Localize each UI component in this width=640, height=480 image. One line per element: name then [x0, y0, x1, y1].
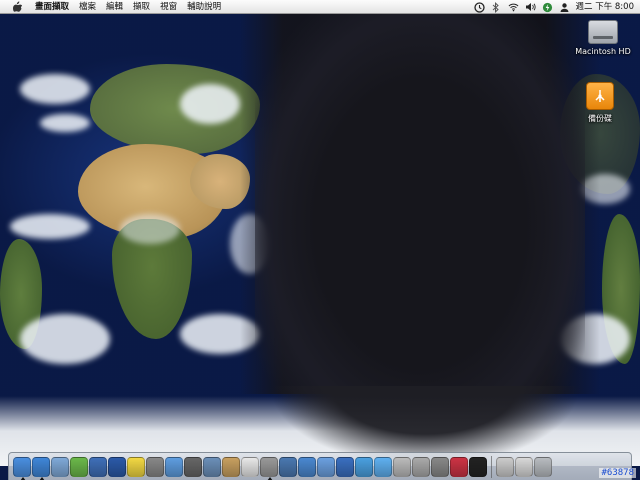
desktop-icon-macintosh-hd[interactable]: Macintosh HD [568, 20, 638, 56]
menu-edit[interactable]: 編輯 [101, 0, 128, 14]
menu-file[interactable]: 檔案 [74, 0, 101, 14]
cloud [120, 214, 180, 244]
dock-separator [491, 455, 492, 478]
dock [8, 452, 632, 480]
spotlight-icon[interactable] [165, 456, 183, 477]
battery-charging-icon[interactable] [542, 2, 553, 13]
trash-icon[interactable] [534, 456, 552, 477]
apple-logo-icon[interactable] [10, 0, 24, 14]
mail-icon[interactable] [51, 456, 69, 477]
folder-stack-icon[interactable] [515, 456, 533, 477]
cloud [180, 84, 240, 124]
safari-icon[interactable] [32, 456, 50, 480]
menu-help[interactable]: 輔助說明 [182, 0, 226, 14]
wifi-icon[interactable] [508, 2, 519, 13]
photobooth-icon[interactable] [298, 456, 316, 477]
photo-icon[interactable] [279, 456, 297, 477]
menu-extras: 週二 下午 8:00 [473, 0, 635, 14]
firewire-drive-icon [586, 82, 614, 110]
stickies-icon[interactable] [127, 456, 145, 477]
imovie-icon[interactable] [89, 456, 107, 477]
bluetooth-icon[interactable] [491, 1, 502, 13]
volume-icon[interactable] [525, 2, 536, 13]
tools-icon[interactable] [260, 456, 278, 480]
menu-app-name[interactable]: 畫面擷取 [30, 0, 74, 14]
cloud [40, 114, 90, 132]
system-profiler-icon[interactable] [393, 456, 411, 477]
pen-icon[interactable] [184, 456, 202, 477]
downloads-icon[interactable] [496, 456, 514, 477]
terminal-icon[interactable] [469, 456, 487, 477]
utility-icon[interactable] [412, 456, 430, 477]
watermark: #63878 [599, 468, 636, 478]
quicktime-icon[interactable] [374, 456, 392, 477]
menu-window[interactable]: 視窗 [155, 0, 182, 14]
desktop-wallpaper [0, 14, 640, 480]
cloud [20, 314, 110, 364]
menu-bar: 畫面擷取 檔案 編輯 擷取 視窗 輔助說明 週二 下午 8:00 [0, 0, 640, 14]
user-switch-icon[interactable] [559, 2, 570, 13]
desktop-icon-backup-drive[interactable]: 備份碟 [565, 82, 635, 124]
ical-icon[interactable] [241, 456, 259, 477]
cloud [10, 214, 90, 239]
itunes-icon[interactable] [70, 456, 88, 477]
cloud [20, 74, 90, 104]
address-book-icon[interactable] [336, 456, 354, 477]
hard-drive-icon [588, 20, 618, 44]
menu-capture[interactable]: 擷取 [128, 0, 155, 14]
clapper-icon[interactable] [108, 456, 126, 477]
preview-icon[interactable] [203, 456, 221, 477]
book-icon[interactable] [222, 456, 240, 477]
shield-icon[interactable] [450, 456, 468, 477]
magnifier-icon[interactable] [146, 456, 164, 477]
menu-clock[interactable]: 週二 下午 8:00 [576, 0, 635, 14]
finder-icon[interactable] [13, 456, 31, 480]
desktop-icon-label: Macintosh HD [575, 47, 631, 56]
spaces-icon[interactable] [355, 456, 373, 477]
timemachine-icon[interactable] [473, 1, 485, 13]
ichat-icon[interactable] [317, 456, 335, 477]
desktop-icon-label: 備份碟 [588, 114, 612, 123]
sync-icon[interactable] [431, 456, 449, 477]
